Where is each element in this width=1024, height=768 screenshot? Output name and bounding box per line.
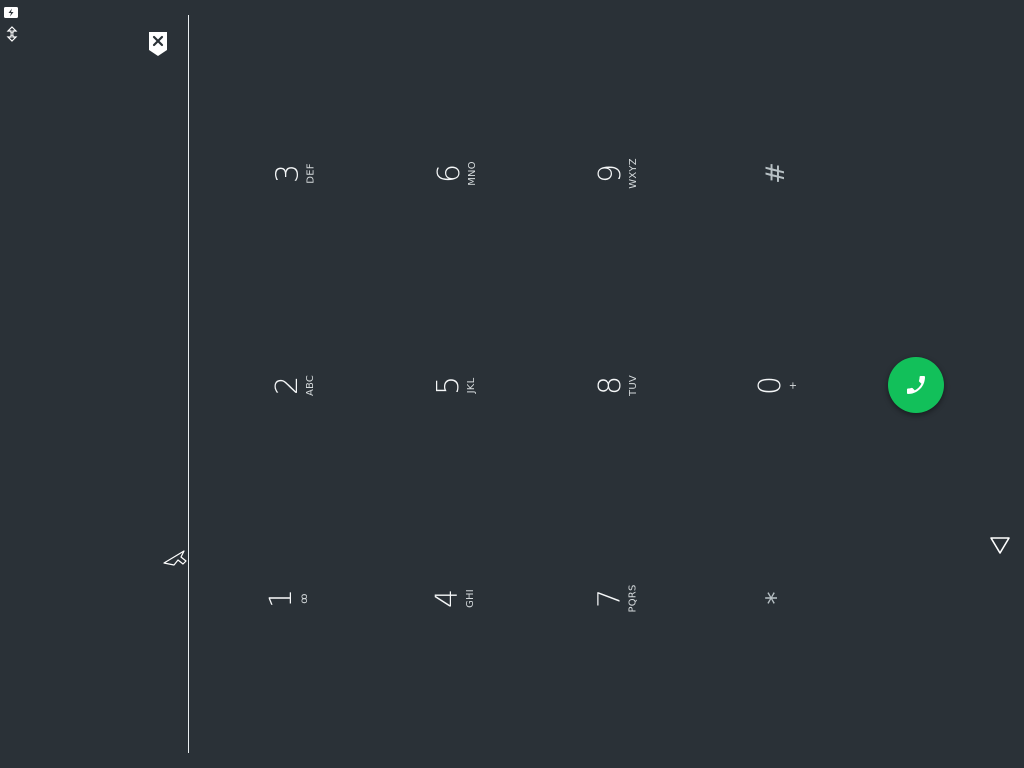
nav-back-icon [990,537,1010,554]
backspace-icon [149,32,167,56]
key-digit: 4 [430,588,466,608]
battery-charging-icon [4,7,18,18]
key-letters: WXYZ [627,157,639,189]
digits-field-divider [188,15,189,753]
dialpad-key-5[interactable]: 5 JKL [396,325,516,445]
dialpad-key-hash[interactable]: # [716,113,836,233]
key-digit: 8 [592,375,628,395]
sync-icon [6,26,18,42]
key-digit: 5 [431,375,467,395]
key-digit: 2 [270,375,306,395]
key-digit: 0 [753,375,789,395]
dialpad-key-6[interactable]: 6 MNO [396,113,516,233]
key-letters: MNO [466,160,478,186]
mouse-cursor-icon [162,548,188,568]
dialpad-key-7[interactable]: 7 PQRS [557,538,677,658]
key-letters: + [788,380,800,390]
dialpad-key-2[interactable]: 2 ABC [235,325,355,445]
key-digit: 1 [264,588,300,608]
key-digit: 7 [592,588,628,608]
key-symbol: * [761,591,791,605]
dialpad-key-4[interactable]: 4 GHI [395,538,515,658]
key-letters: DEF [305,162,317,184]
dialpad-key-8[interactable]: 8 TUV [557,325,677,445]
backspace-button[interactable] [147,31,169,57]
dialpad-key-1[interactable]: 1 ꝏ [229,538,349,658]
key-letters: TUV [627,374,639,396]
key-digit: 9 [592,163,628,183]
voicemail-icon: ꝏ [299,592,311,604]
key-digit: 3 [270,163,306,183]
nav-back-button[interactable] [988,534,1012,556]
phone-icon [907,376,925,394]
key-letters: GHI [465,588,477,608]
dialer-screen: 1 ꝏ 2 ABC 3 DEF 4 GHI 5 JKL 6 MNO 7 PQRS… [0,0,1024,768]
dialpad-key-0[interactable]: 0 + [718,325,838,445]
key-letters: JKL [466,377,478,393]
key-letters: PQRS [627,584,639,612]
key-symbol: # [760,162,791,184]
key-digit: 6 [431,163,467,183]
call-button[interactable] [888,357,944,413]
dialpad-key-9[interactable]: 9 WXYZ [557,113,677,233]
dialpad-key-star[interactable]: * [716,538,836,658]
key-letters: ABC [305,374,317,396]
dialpad-key-3[interactable]: 3 DEF [235,113,355,233]
